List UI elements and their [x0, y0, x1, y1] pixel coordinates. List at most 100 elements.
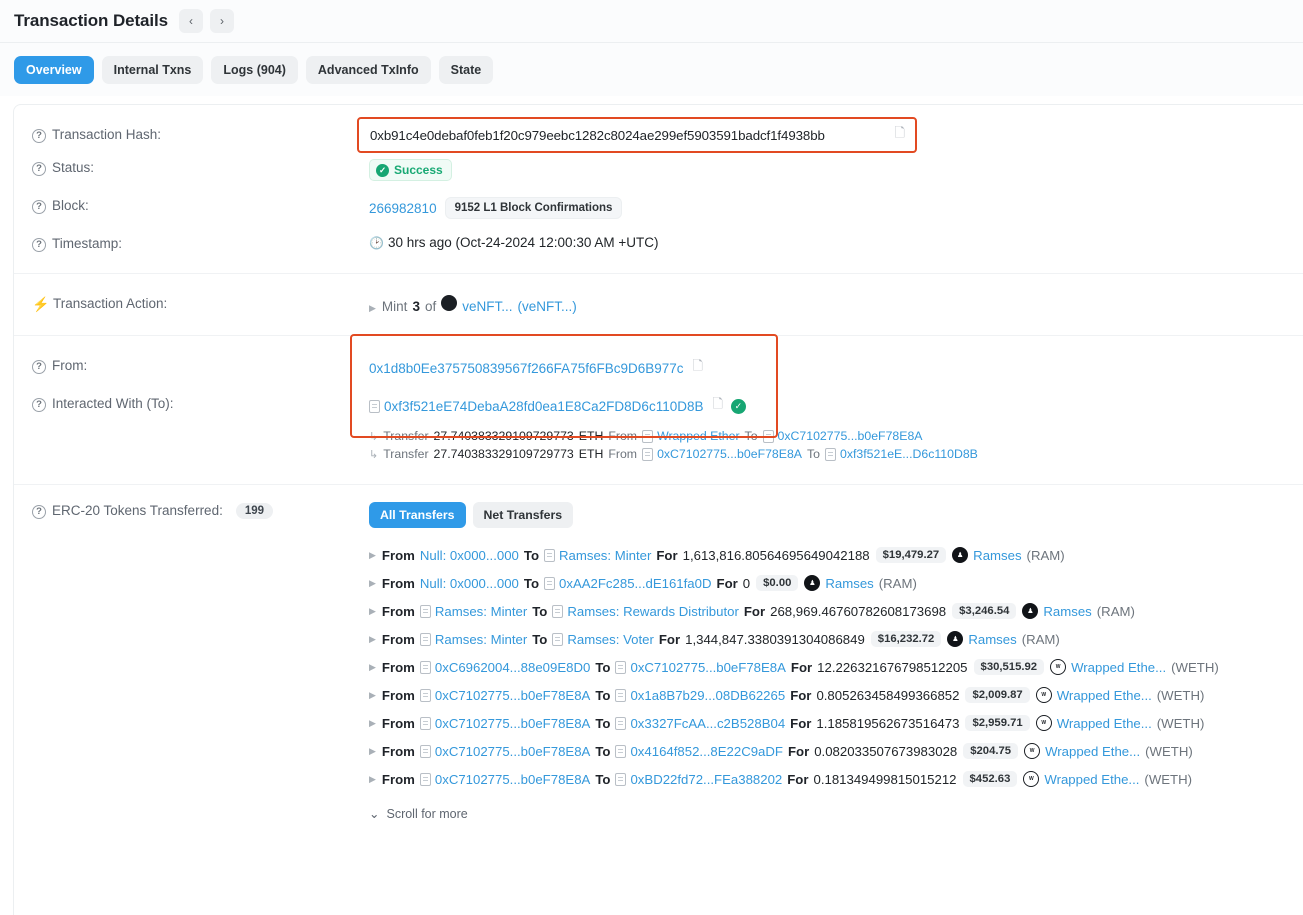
transaction-hash-value: 0xb91c4e0debaf0feb1f20c979eebc1282c8024a…: [370, 128, 825, 143]
copy-icon[interactable]: 🗋: [895, 124, 905, 146]
subtab-all-transfers[interactable]: All Transfers: [369, 502, 466, 528]
transfer-usd-value: $3,246.54: [952, 603, 1016, 619]
transfer-from-link[interactable]: 0xC6962004...88e09E8D0: [435, 660, 590, 675]
transfer-token-link[interactable]: Wrapped Ethe...: [1045, 744, 1140, 759]
expand-caret-icon[interactable]: ▶: [369, 718, 376, 729]
row-status: ? Status: ✓ Success: [14, 151, 1303, 189]
transfer-from-link[interactable]: 0xC7102775...b0eF78E8A: [435, 716, 590, 731]
transfer-from-link[interactable]: Wrapped Ether: [657, 429, 739, 443]
help-icon[interactable]: ?: [32, 238, 46, 252]
contract-document-icon: [615, 717, 626, 730]
copy-icon[interactable]: 🗋: [712, 395, 722, 417]
transaction-action-label: Transaction Action:: [53, 296, 167, 311]
help-icon[interactable]: ?: [32, 129, 46, 143]
transfer-token-symbol: (WETH): [1144, 772, 1192, 787]
transfer-from-link[interactable]: 0xC7102775...b0eF78E8A: [435, 772, 590, 787]
transfer-usd-value: $2,009.87: [965, 687, 1029, 703]
transfer-token-link[interactable]: Ramses: [968, 632, 1016, 647]
transfer-from-link[interactable]: Ramses: Minter: [435, 632, 527, 647]
scroll-for-more-button[interactable]: ⌄ Scroll for more: [369, 793, 1303, 825]
transfer-token-link[interactable]: Wrapped Ethe...: [1057, 716, 1152, 731]
from-address-link[interactable]: 0x1d8b0Ee375750839567f266FA75f6FBc9D6B97…: [369, 361, 684, 376]
contract-document-icon: [420, 717, 431, 730]
token-transfer-row: ▶From0xC7102775...b0eF78E8ATo0xBD22fd72.…: [369, 765, 1303, 793]
help-icon[interactable]: ?: [32, 360, 46, 374]
contract-document-icon: [825, 448, 836, 461]
subtab-net-transfers[interactable]: Net Transfers: [473, 502, 574, 528]
action-token-symbol[interactable]: (veNFT...): [517, 299, 576, 314]
weth-token-icon: W: [1036, 715, 1052, 731]
expand-caret-icon[interactable]: ▶: [369, 606, 376, 617]
expand-caret-icon[interactable]: ▶: [369, 634, 376, 645]
expand-caret-icon[interactable]: ▶: [369, 550, 376, 561]
erc20-count-badge: 199: [236, 503, 273, 519]
transfer-unit: ETH: [579, 447, 604, 461]
token-transfer-row: ▶FromNull: 0x000...000To0xAA2Fc285...dE1…: [369, 569, 1303, 597]
tree-corner-icon: ↳: [369, 448, 378, 461]
transfer-to-link[interactable]: Ramses: Minter: [559, 548, 651, 563]
erc20-label: ERC-20 Tokens Transferred:: [52, 503, 223, 518]
transfer-from-link[interactable]: 0xC7102775...b0eF78E8A: [435, 688, 590, 703]
transfer-to-link[interactable]: 0x1a8B7b29...08DB62265: [630, 688, 785, 703]
contract-document-icon: [369, 400, 380, 413]
timestamp-value: 🕑30 hrs ago (Oct-24-2024 12:00:30 AM +UT…: [369, 235, 1303, 250]
tab-advanced-txinfo[interactable]: Advanced TxInfo: [306, 56, 431, 84]
transfer-to-link[interactable]: Ramses: Rewards Distributor: [567, 604, 738, 619]
transfer-token-link[interactable]: Wrapped Ethe...: [1044, 772, 1139, 787]
copy-icon[interactable]: 🗋: [693, 357, 703, 379]
token-transfer-row: ▶FromRamses: MinterToRamses: VoterFor1,3…: [369, 625, 1303, 653]
tab-internal-txns[interactable]: Internal Txns: [102, 56, 204, 84]
expand-caret-icon[interactable]: ▶: [369, 746, 376, 757]
transfer-token-link[interactable]: Wrapped Ethe...: [1071, 660, 1166, 675]
transfer-from-link[interactable]: 0xC7102775...b0eF78E8A: [435, 744, 590, 759]
erc20-transfers-panel: All Transfers Net Transfers ▶FromNull: 0…: [369, 502, 1303, 825]
to-address-link[interactable]: 0xf3f521eE74DebaA28fd0ea1E8Ca2FD8D6c110D…: [384, 399, 703, 414]
block-number-link[interactable]: 266982810: [369, 201, 437, 216]
transfer-token-link[interactable]: Ramses: [1043, 604, 1091, 619]
transfer-to-link[interactable]: 0xAA2Fc285...dE161fa0D: [559, 576, 712, 591]
transfer-token-link[interactable]: Wrapped Ethe...: [1057, 688, 1152, 703]
expand-caret-icon[interactable]: ▶: [369, 690, 376, 701]
transfer-to-label: To: [532, 604, 547, 619]
internal-transfers-list: ↳Transfer27.740383329109729773ETHFromWra…: [369, 427, 1303, 463]
transaction-action-section: ⚡ Transaction Action: ▶Mint3ofveNFT...(v…: [14, 274, 1303, 335]
transfer-from-link[interactable]: Null: 0x000...000: [420, 576, 519, 591]
transfer-to-link[interactable]: 0x4164f852...8E22C9aDF: [630, 744, 783, 759]
action-token-link[interactable]: veNFT...: [462, 299, 512, 314]
tab-logs[interactable]: Logs (904): [211, 56, 298, 84]
transfer-amount: 1,613,816.80564695649042188: [683, 548, 870, 563]
venft-token-icon: [441, 295, 457, 311]
next-transaction-button[interactable]: ›: [210, 9, 234, 33]
help-icon[interactable]: ?: [32, 200, 46, 214]
overview-card: ? Transaction Hash: ? Status: ✓ Success: [13, 104, 1303, 915]
from-label-group: ? From:: [32, 357, 369, 374]
transfer-to-link[interactable]: 0xf3f521eE...D6c110D8B: [840, 447, 978, 461]
transfer-to-link[interactable]: 0xC7102775...b0eF78E8A: [630, 660, 785, 675]
transfer-to-label: To: [524, 576, 539, 591]
transfer-token-link[interactable]: Ramses: [973, 548, 1021, 563]
transfer-to-link[interactable]: 0xC7102775...b0eF78E8A: [778, 429, 923, 443]
transfer-token-symbol: (RAM): [1022, 632, 1060, 647]
contract-document-icon: [642, 448, 653, 461]
expand-caret-icon[interactable]: ▶: [369, 662, 376, 673]
transfer-from-link[interactable]: Null: 0x000...000: [420, 548, 519, 563]
transfer-to-link[interactable]: Ramses: Voter: [567, 632, 653, 647]
status-badge: ✓ Success: [369, 159, 452, 181]
help-icon[interactable]: ?: [32, 398, 46, 412]
expand-caret-icon[interactable]: ▶: [369, 774, 376, 785]
transfer-from-link[interactable]: 0xC7102775...b0eF78E8A: [657, 447, 802, 461]
help-icon[interactable]: ?: [32, 505, 46, 519]
transfer-to-link[interactable]: 0x3327FcAA...c2B528B04: [630, 716, 785, 731]
transfer-usd-value: $0.00: [756, 575, 798, 591]
transfer-to-link[interactable]: 0xBD22fd72...FEa388202: [630, 772, 782, 787]
internal-transfers-spacer: [32, 427, 369, 428]
expand-caret-icon[interactable]: ▶: [369, 578, 376, 589]
transfer-token-link[interactable]: Ramses: [825, 576, 873, 591]
previous-transaction-button[interactable]: ‹: [179, 9, 203, 33]
tab-state[interactable]: State: [439, 56, 494, 84]
help-icon[interactable]: ?: [32, 162, 46, 176]
tab-overview[interactable]: Overview: [14, 56, 94, 84]
transfer-amount: 1.185819562673516473: [816, 716, 959, 731]
expand-caret-icon[interactable]: ▶: [369, 303, 376, 313]
transfer-from-link[interactable]: Ramses: Minter: [435, 604, 527, 619]
